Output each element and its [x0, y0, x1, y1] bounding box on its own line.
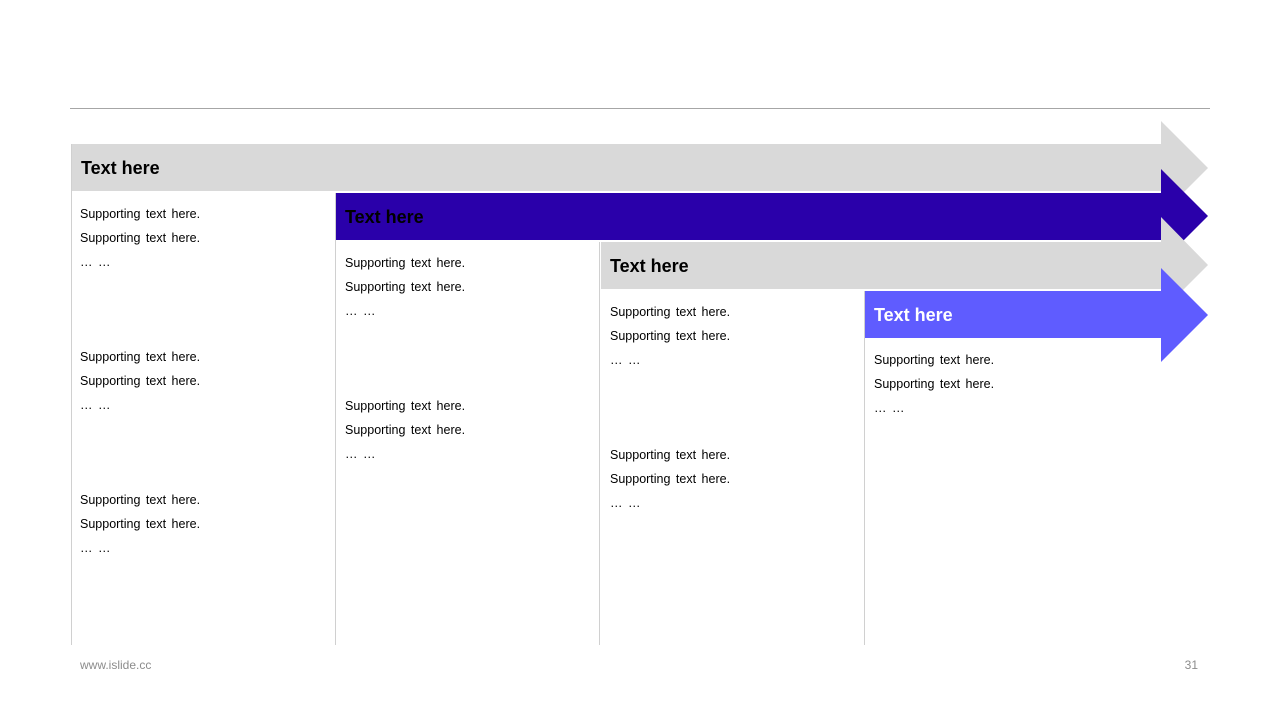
- ellipsis-text: … …: [610, 353, 641, 367]
- supporting-text: Supporting text here.: [345, 256, 466, 270]
- supporting-text: Supporting text here.: [610, 329, 731, 343]
- stage-1-group-2: Supporting text here. Supporting text he…: [80, 345, 330, 417]
- ellipsis-text: … …: [80, 398, 111, 412]
- ellipsis-text: … …: [610, 496, 641, 510]
- ellipsis-text: … …: [80, 255, 111, 269]
- stage-3-group-1: Supporting text here. Supporting text he…: [610, 300, 860, 372]
- ellipsis-text: … …: [874, 401, 905, 415]
- stage-4-group-1: Supporting text here. Supporting text he…: [874, 348, 1124, 420]
- footer-url[interactable]: www.islide.cc: [80, 658, 151, 672]
- ellipsis-text: … …: [345, 304, 376, 318]
- supporting-text: Supporting text here.: [610, 472, 731, 486]
- supporting-text: Supporting text here.: [874, 377, 995, 391]
- ellipsis-text: … …: [345, 447, 376, 461]
- supporting-text: Supporting text here.: [80, 231, 201, 245]
- supporting-text: Supporting text here.: [80, 517, 201, 531]
- supporting-text: Supporting text here.: [80, 493, 201, 507]
- stage-2-title: Text here: [345, 207, 424, 227]
- stage-1-group-3: Supporting text here. Supporting text he…: [80, 488, 330, 560]
- stage-3-group-2: Supporting text here. Supporting text he…: [610, 443, 860, 515]
- supporting-text: Supporting text here.: [345, 280, 466, 294]
- stage-1-group-1: Supporting text here. Supporting text he…: [80, 202, 330, 274]
- supporting-text: Supporting text here.: [80, 350, 201, 364]
- supporting-text: Supporting text here.: [80, 207, 201, 221]
- supporting-text: Supporting text here.: [80, 374, 201, 388]
- stage-4-title: Text here: [874, 305, 953, 325]
- supporting-text: Supporting text here.: [345, 423, 466, 437]
- stage-2-group-1: Supporting text here. Supporting text he…: [345, 251, 595, 323]
- supporting-text: Supporting text here.: [874, 353, 995, 367]
- stage-3-title: Text here: [610, 256, 689, 276]
- supporting-text: Supporting text here.: [610, 448, 731, 462]
- supporting-text: Supporting text here.: [345, 399, 466, 413]
- stage-1-title: Text here: [81, 158, 160, 178]
- page-number: 31: [1184, 658, 1198, 672]
- ellipsis-text: … …: [80, 541, 111, 555]
- supporting-text: Supporting text here.: [610, 305, 731, 319]
- stage-2-group-2: Supporting text here. Supporting text he…: [345, 394, 595, 466]
